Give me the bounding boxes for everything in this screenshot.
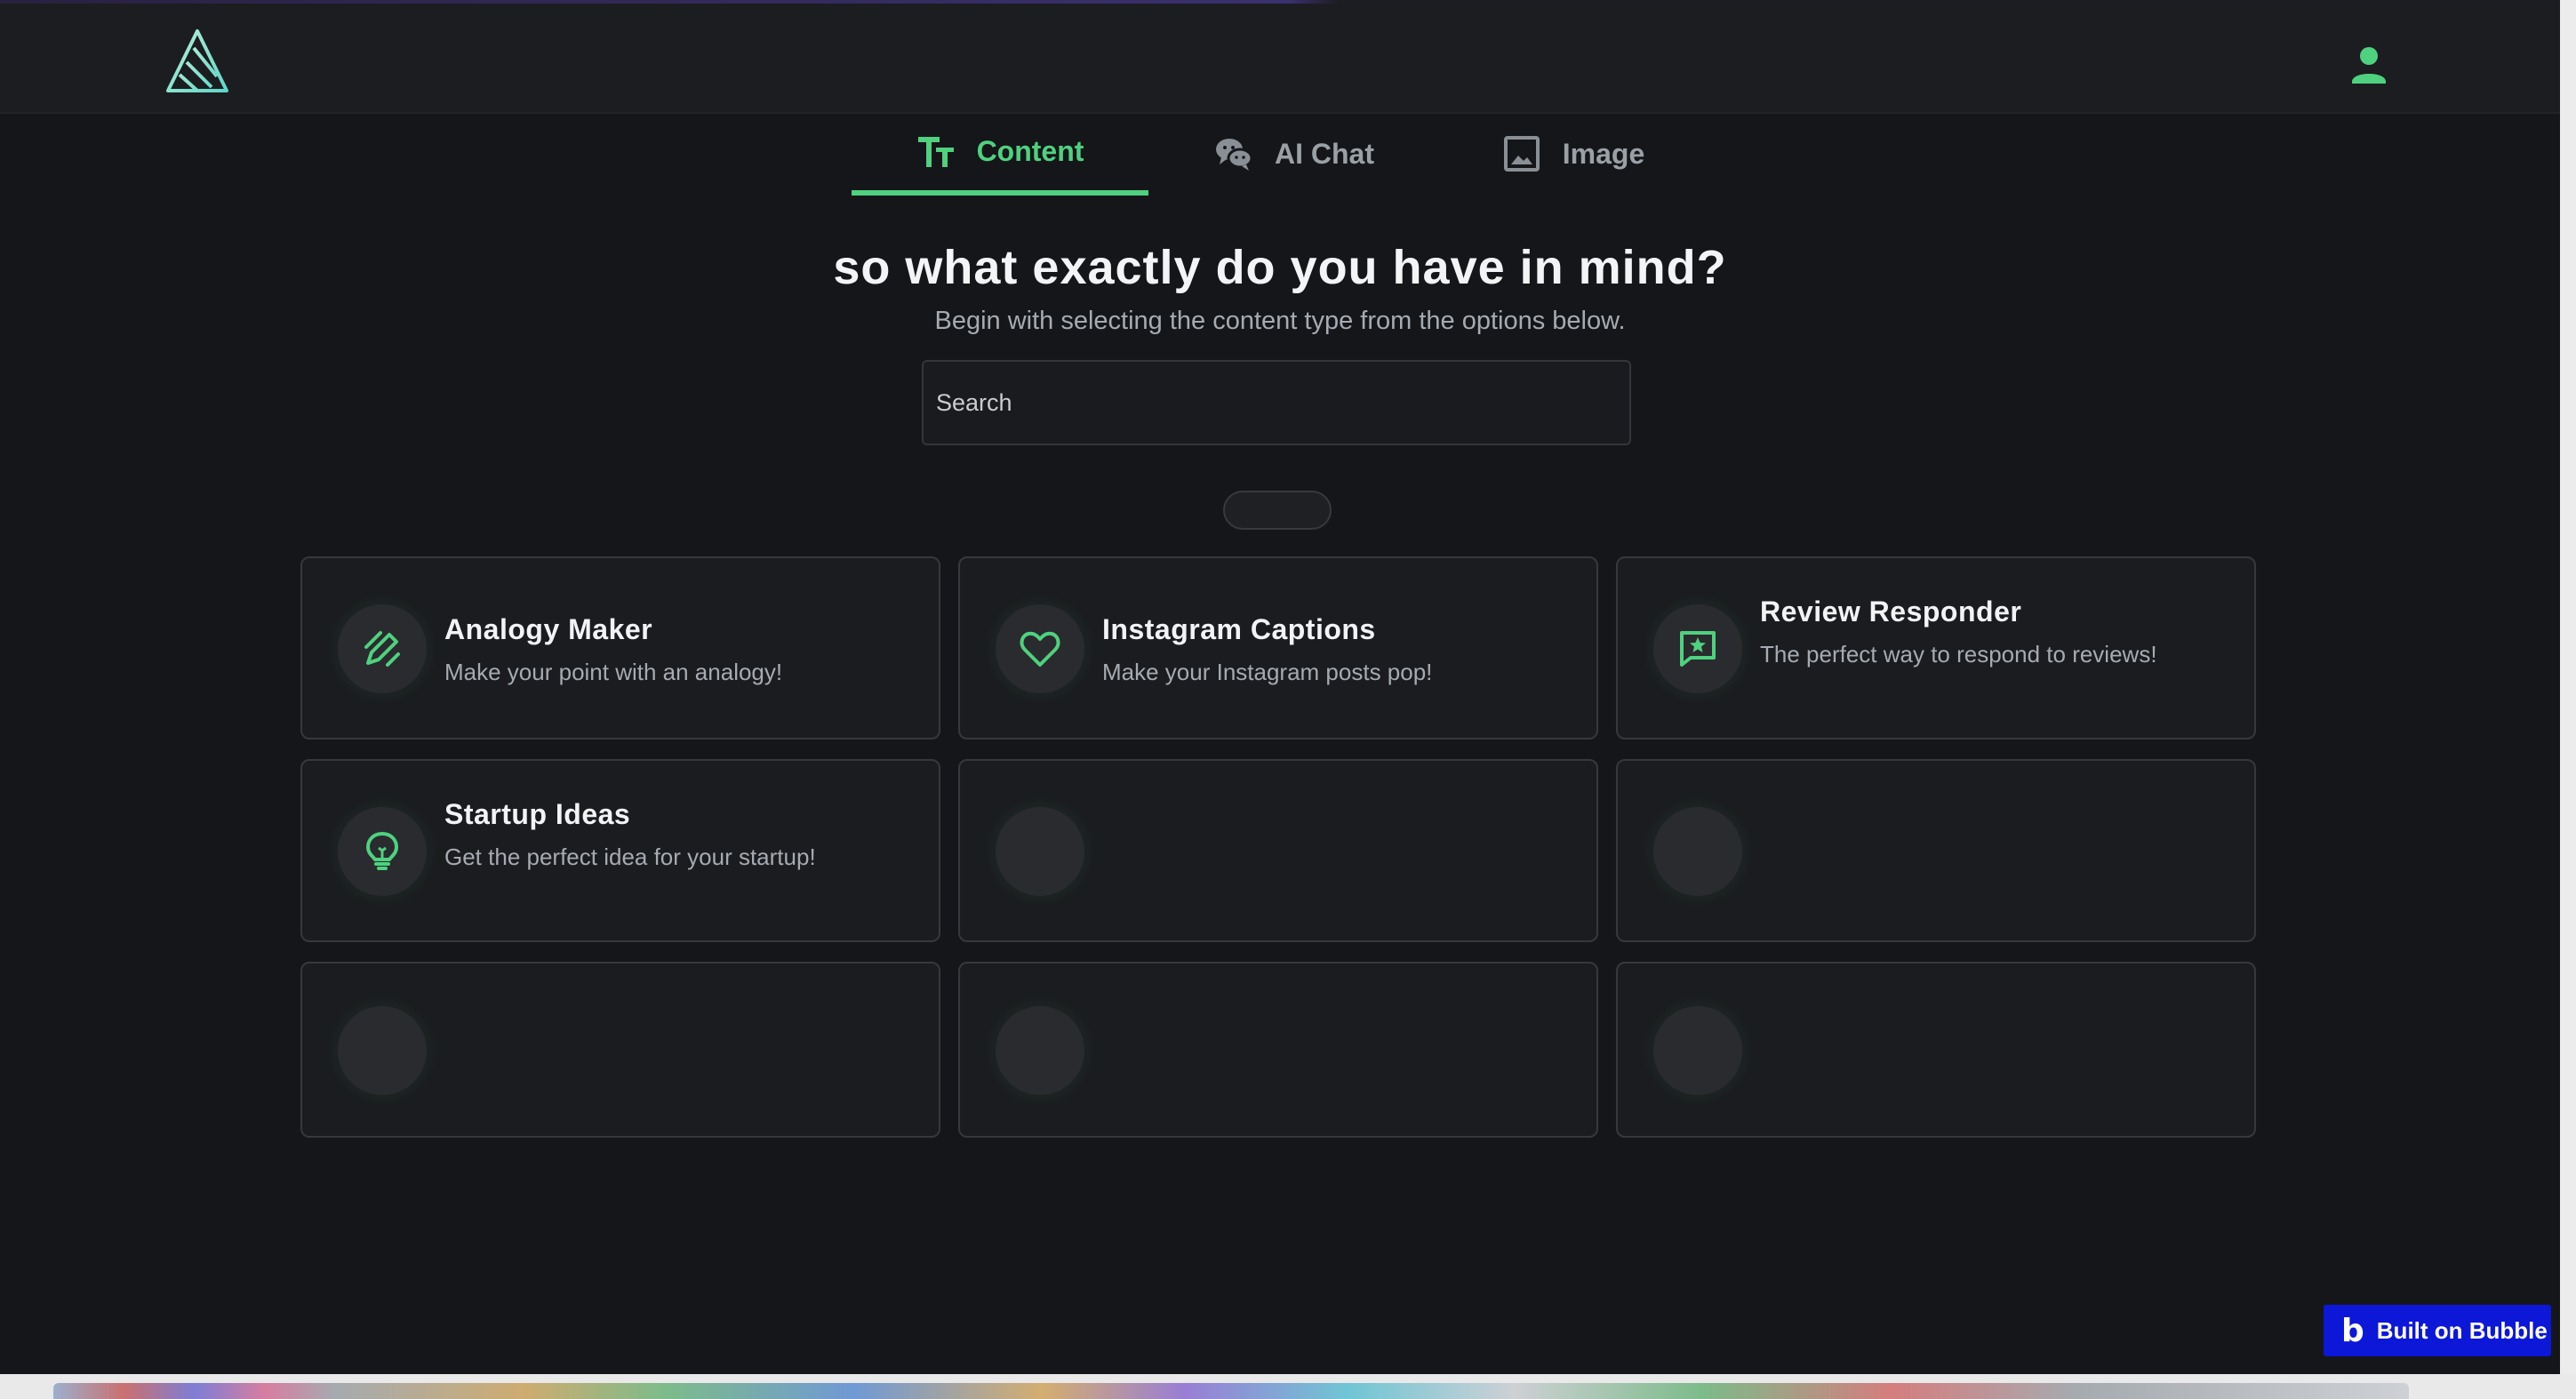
card-description: Get the perfect idea for your startup! (444, 843, 816, 870)
card-description: The perfect way to respond to reviews! (1760, 641, 2157, 668)
search-input[interactable] (922, 360, 1631, 445)
placeholder-circle (996, 1006, 1084, 1095)
user-icon[interactable] (2347, 43, 2391, 87)
tab-image[interactable]: Image (1476, 112, 1671, 196)
built-on-bubble-badge[interactable]: b Built on Bubble (2324, 1305, 2551, 1356)
triangle-logo-icon[interactable] (165, 28, 229, 94)
tab-image-label: Image (1562, 137, 1645, 170)
card-title: Review Responder (1760, 596, 2022, 628)
tab-content-label: Content (976, 134, 1084, 167)
page-subtitle: Begin with selecting the content type fr… (934, 307, 1626, 335)
chat-bubbles-icon (1214, 134, 1253, 173)
pencil-ruler-icon (338, 604, 427, 693)
card-title: Instagram Captions (1102, 613, 1376, 645)
card-startup-ideas[interactable]: Startup Ideas Get the perfect idea for y… (300, 759, 940, 942)
card-placeholder[interactable] (958, 962, 1598, 1138)
text-format-icon (916, 132, 956, 171)
heart-icon (996, 604, 1084, 693)
tab-ai-chat[interactable]: AI Chat (1188, 112, 1401, 196)
placeholder-circle (996, 807, 1084, 896)
bubble-badge-label: Built on Bubble (2376, 1316, 2548, 1344)
card-analogy-maker[interactable]: Analogy Maker Make your point with an an… (300, 556, 940, 739)
filter-pill[interactable] (1223, 491, 1332, 530)
card-review-responder[interactable]: Review Responder The perfect way to resp… (1616, 556, 2256, 739)
placeholder-circle (1653, 807, 1742, 896)
placeholder-circle (1653, 1006, 1742, 1095)
app-header (0, 4, 2560, 114)
bubble-b-icon: b (2341, 1312, 2364, 1349)
image-icon (1502, 134, 1541, 173)
tab-ai-chat-label: AI Chat (1275, 137, 1374, 170)
tab-content[interactable]: Content (852, 112, 1148, 196)
card-description: Make your Instagram posts pop! (1102, 659, 1433, 685)
mode-tabs: Content AI Chat Image (0, 112, 2560, 196)
page-title: so what exactly do you have in mind? (833, 241, 1727, 294)
window-edge (2560, 0, 2576, 1399)
card-placeholder[interactable] (958, 759, 1598, 942)
card-title: Startup Ideas (444, 798, 631, 830)
placeholder-circle (338, 1006, 427, 1095)
card-placeholder[interactable] (300, 962, 940, 1138)
card-description: Make your point with an analogy! (444, 659, 783, 685)
card-placeholder[interactable] (1616, 759, 2256, 942)
os-dock[interactable] (53, 1383, 2409, 1399)
card-title: Analogy Maker (444, 613, 653, 645)
star-message-icon (1653, 604, 1742, 693)
lightbulb-icon (338, 807, 427, 896)
card-placeholder[interactable] (1616, 962, 2256, 1138)
card-instagram-captions[interactable]: Instagram Captions Make your Instagram p… (958, 556, 1598, 739)
